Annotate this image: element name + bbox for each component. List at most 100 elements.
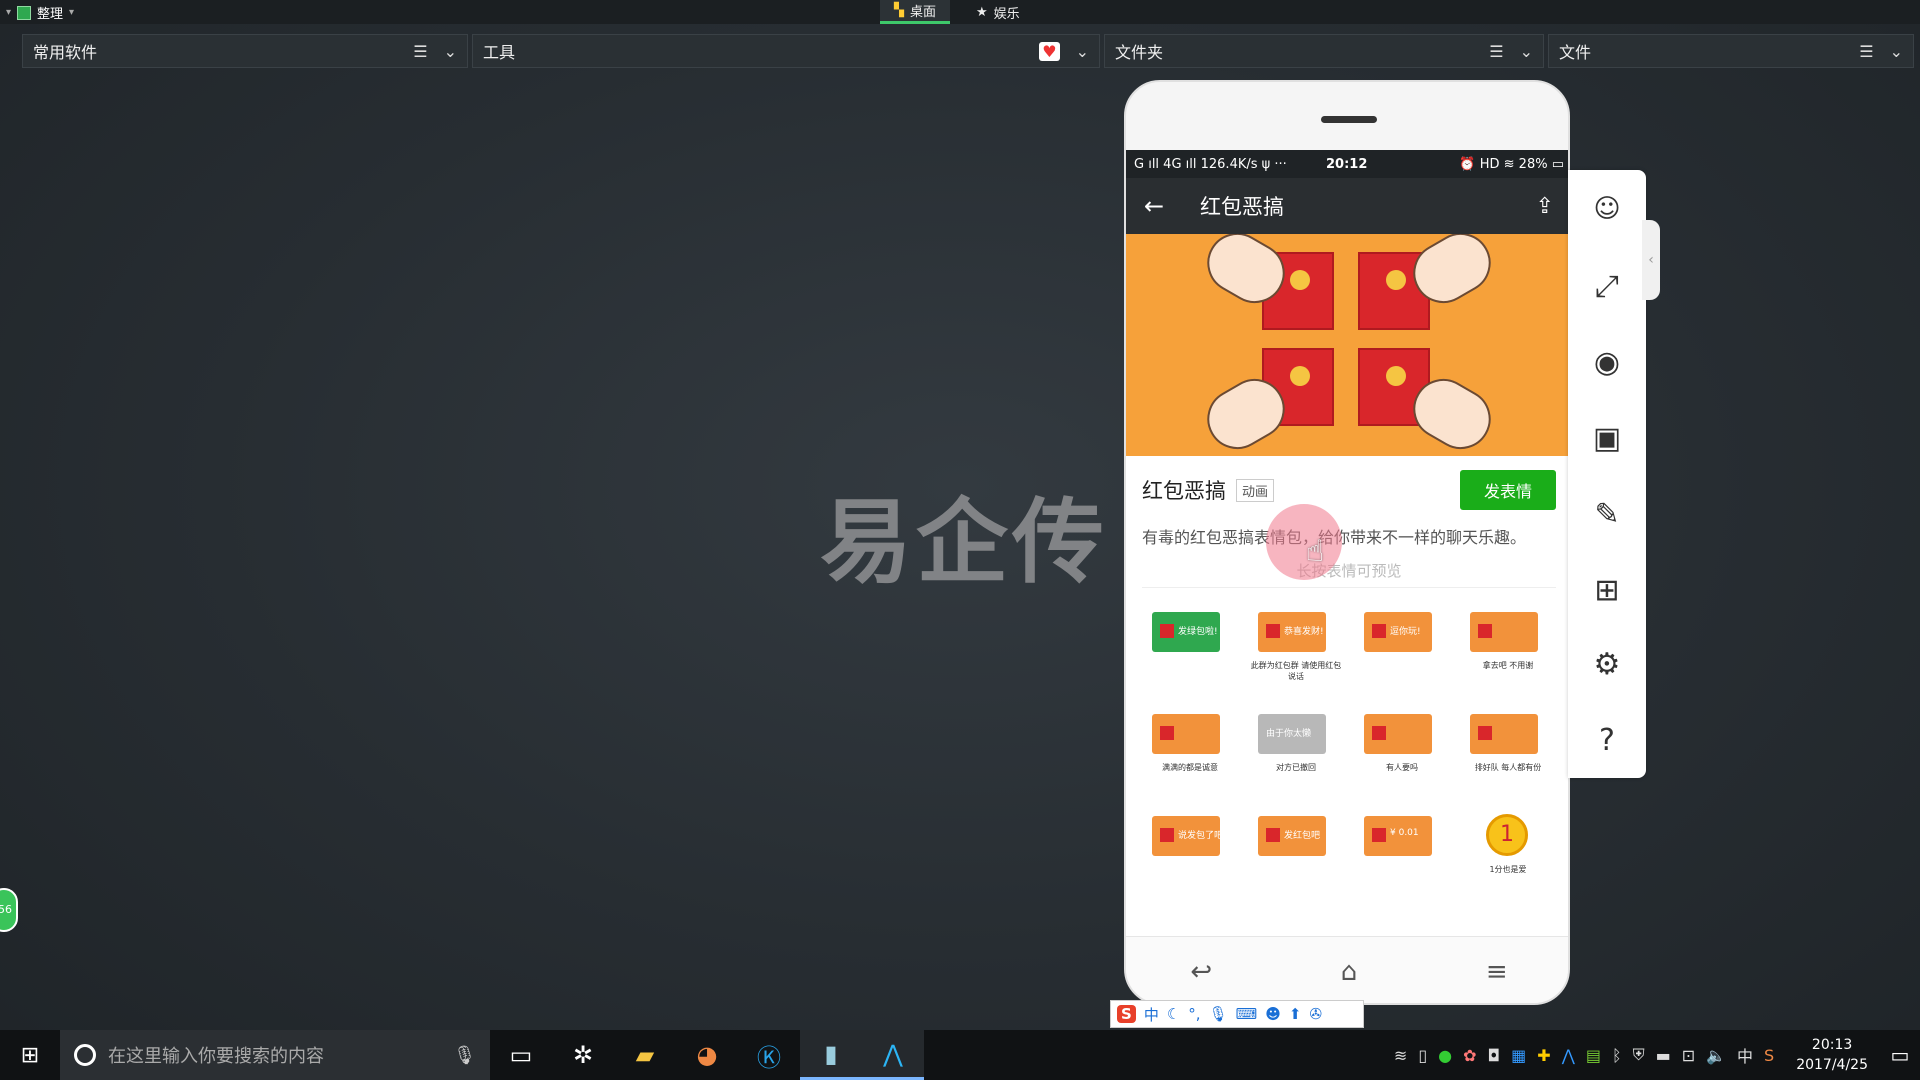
collapse-handle[interactable]: ‹	[1642, 220, 1660, 300]
chevron-down-icon[interactable]: ⌄	[444, 42, 457, 61]
mirror-app-icon[interactable]: ⋀	[862, 1030, 924, 1080]
file-explorer-icon[interactable]: ▰	[614, 1030, 676, 1080]
k-app-icon[interactable]: Ⓚ	[738, 1030, 800, 1080]
taskbar-search[interactable]: 在这里输入你要搜索的内容 🎙	[60, 1030, 490, 1080]
mirror-tray-icon[interactable]: ⋀	[1562, 1046, 1575, 1065]
taskbar-clock[interactable]: 20:13 2017/4/25	[1784, 1035, 1880, 1075]
floating-counter[interactable]: 56	[0, 888, 18, 932]
sticker-item[interactable]: 拿去吧 不用谢	[1460, 602, 1556, 674]
help-icon[interactable]: ?	[1586, 720, 1628, 762]
chevron-down-icon: ▾	[69, 7, 75, 18]
task-view-icon[interactable]: ▭	[490, 1030, 552, 1080]
volume-icon[interactable]: 🔈	[1706, 1046, 1726, 1065]
sticker-item[interactable]: 1 1分也是爱	[1460, 806, 1556, 878]
sticker-card: ¥ 0.01	[1364, 816, 1432, 856]
fence-tools[interactable]: 工具 ♥ ⌄	[472, 34, 1100, 68]
notebook-app-icon[interactable]: ▮	[800, 1030, 862, 1080]
sticker-item[interactable]: 有人要吗	[1354, 704, 1450, 776]
status-right: ⏰ HD ≋ 28% ▭	[1459, 156, 1564, 172]
back-arrow-icon[interactable]: ←	[1144, 192, 1200, 220]
list-icon[interactable]: ☰	[413, 42, 427, 61]
video-record-icon[interactable]: ▣	[1586, 418, 1628, 460]
fence-folders[interactable]: 文件夹 ☰ ⌄	[1104, 34, 1544, 68]
mascot-icon[interactable]: ☺	[1586, 188, 1628, 230]
flower-icon[interactable]: ✿	[1463, 1046, 1476, 1065]
input-language[interactable]: 中	[1737, 1043, 1753, 1067]
sogou-logo[interactable]: S	[1117, 1005, 1136, 1023]
gift-icon[interactable]: ⊞	[1586, 570, 1628, 612]
sticker-card: 恭喜发财!	[1258, 612, 1326, 652]
plus-icon[interactable]: ✚	[1537, 1046, 1550, 1065]
red-envelope-icon	[1478, 624, 1492, 638]
sticker-item[interactable]: 逗你玩!	[1354, 602, 1450, 674]
sticker-item[interactable]: 说发包了吧	[1142, 806, 1238, 878]
fullscreen-icon[interactable]: ⤢	[1586, 266, 1628, 308]
bluetooth-icon[interactable]: ᛒ	[1612, 1046, 1622, 1065]
organize-menu[interactable]: ▾ 整理 ▾	[6, 3, 74, 22]
red-envelope-icon	[1266, 828, 1280, 842]
network-app-icon[interactable]: ▦	[1511, 1046, 1526, 1065]
wrench-icon[interactable]: ✇	[1309, 1005, 1322, 1023]
fence-common-software[interactable]: 常用软件 ☰ ⌄	[22, 34, 468, 68]
notification-icon[interactable]: ▭	[1880, 1043, 1920, 1067]
coin-sticker: 1	[1486, 814, 1528, 856]
sticker-item[interactable]: 发绿包啦!	[1142, 602, 1238, 674]
phone-speaker	[1321, 116, 1377, 123]
nav-menu-icon[interactable]: ≡	[1486, 957, 1508, 987]
sticker-item[interactable]	[1248, 908, 1344, 936]
usb-icon[interactable]: ▯	[1418, 1046, 1427, 1065]
nav-back-icon[interactable]: ↩	[1190, 957, 1212, 987]
gpu-icon[interactable]: ▤	[1586, 1046, 1601, 1065]
gear-icon[interactable]: ⚙	[1586, 644, 1628, 686]
sticker-item[interactable]	[1354, 908, 1450, 936]
mic-icon[interactable]: 🎙	[1209, 1005, 1228, 1023]
windows-start-icon[interactable]: ⊞	[0, 1030, 60, 1080]
sticker-item[interactable]	[1460, 908, 1556, 936]
camera-icon[interactable]: ◉	[1586, 342, 1628, 384]
user-icon[interactable]: ☻	[1265, 1005, 1281, 1023]
chevron-down-icon[interactable]: ⌄	[1890, 42, 1903, 61]
status-time: 20:12	[1326, 156, 1368, 172]
color-wheel-app-icon[interactable]: ◕	[676, 1030, 738, 1080]
list-icon[interactable]: ☰	[1489, 42, 1503, 61]
shield-icon[interactable]: ◘	[1488, 1046, 1501, 1065]
send-sticker-button[interactable]: 发表情	[1459, 470, 1556, 510]
search-placeholder: 在这里输入你要搜索的内容	[108, 1046, 324, 1067]
sticker-item[interactable]: 恭喜发财! 此群为红包群 请使用红包说话	[1248, 602, 1344, 681]
brush-icon[interactable]: ✎	[1586, 494, 1628, 536]
system-tray: ≋ ▯ ● ✿ ◘ ▦ ✚ ⋀ ▤ ᛒ ⛨ ▬ ⊡ 🔈 中 S	[1394, 1043, 1784, 1067]
nav-home-icon[interactable]: ⌂	[1341, 957, 1358, 987]
wechat-icon[interactable]: ●	[1438, 1046, 1452, 1065]
shirt-icon[interactable]: ♥	[1039, 41, 1060, 61]
security-icon[interactable]: ⛨	[1633, 1045, 1645, 1065]
sticker-item[interactable]: 谢谢老板	[1142, 908, 1238, 936]
fence-files[interactable]: 文件 ☰ ⌄	[1548, 34, 1914, 68]
watermark-text: 易企传	[820, 489, 1109, 596]
sogou-tray-icon[interactable]: S	[1764, 1046, 1774, 1065]
keyboard-icon[interactable]: ⌨	[1236, 1005, 1258, 1023]
sticker-caption: 此群为红包群 请使用红包说话	[1250, 661, 1342, 681]
sticker-item[interactable]: 排好队 每人都有份	[1460, 704, 1556, 776]
sticker-item[interactable]: 由于你太懒 对方已撤回	[1248, 704, 1344, 776]
pinwheel-app-icon[interactable]: ✲	[552, 1030, 614, 1080]
moon-icon[interactable]: ☾	[1167, 1005, 1180, 1023]
punctuation-icon[interactable]: °,	[1188, 1005, 1200, 1023]
network-icon[interactable]: ⊡	[1682, 1046, 1695, 1065]
tab-entertainment[interactable]: ★ 娱乐	[962, 0, 1034, 24]
wifi-icon[interactable]: ≋	[1394, 1046, 1407, 1065]
sticker-item[interactable]: 发红包吧	[1248, 806, 1344, 878]
share-icon[interactable]: ⇪	[1536, 194, 1554, 219]
chevron-down-icon[interactable]: ⌄	[1520, 42, 1533, 61]
chevron-down-icon[interactable]: ⌄	[1076, 42, 1089, 61]
microphone-icon[interactable]: 🎙	[453, 1045, 476, 1066]
list-icon[interactable]: ☰	[1859, 42, 1873, 61]
top-bar: ▾ 整理 ▾ ▚ 桌面 ★ 娱乐	[0, 0, 1920, 24]
tab-desktop[interactable]: ▚ 桌面	[880, 0, 951, 24]
tab-label: 桌面	[910, 5, 937, 20]
ime-mode[interactable]: 中	[1144, 1004, 1159, 1025]
battery-icon[interactable]: ▬	[1656, 1046, 1671, 1065]
sticker-item[interactable]: ¥ 0.01	[1354, 806, 1450, 878]
sticker-item[interactable]: 满满的都是诚意	[1142, 704, 1238, 776]
sticker-banner	[1126, 234, 1568, 456]
skin-icon[interactable]: ⬆	[1289, 1005, 1302, 1023]
